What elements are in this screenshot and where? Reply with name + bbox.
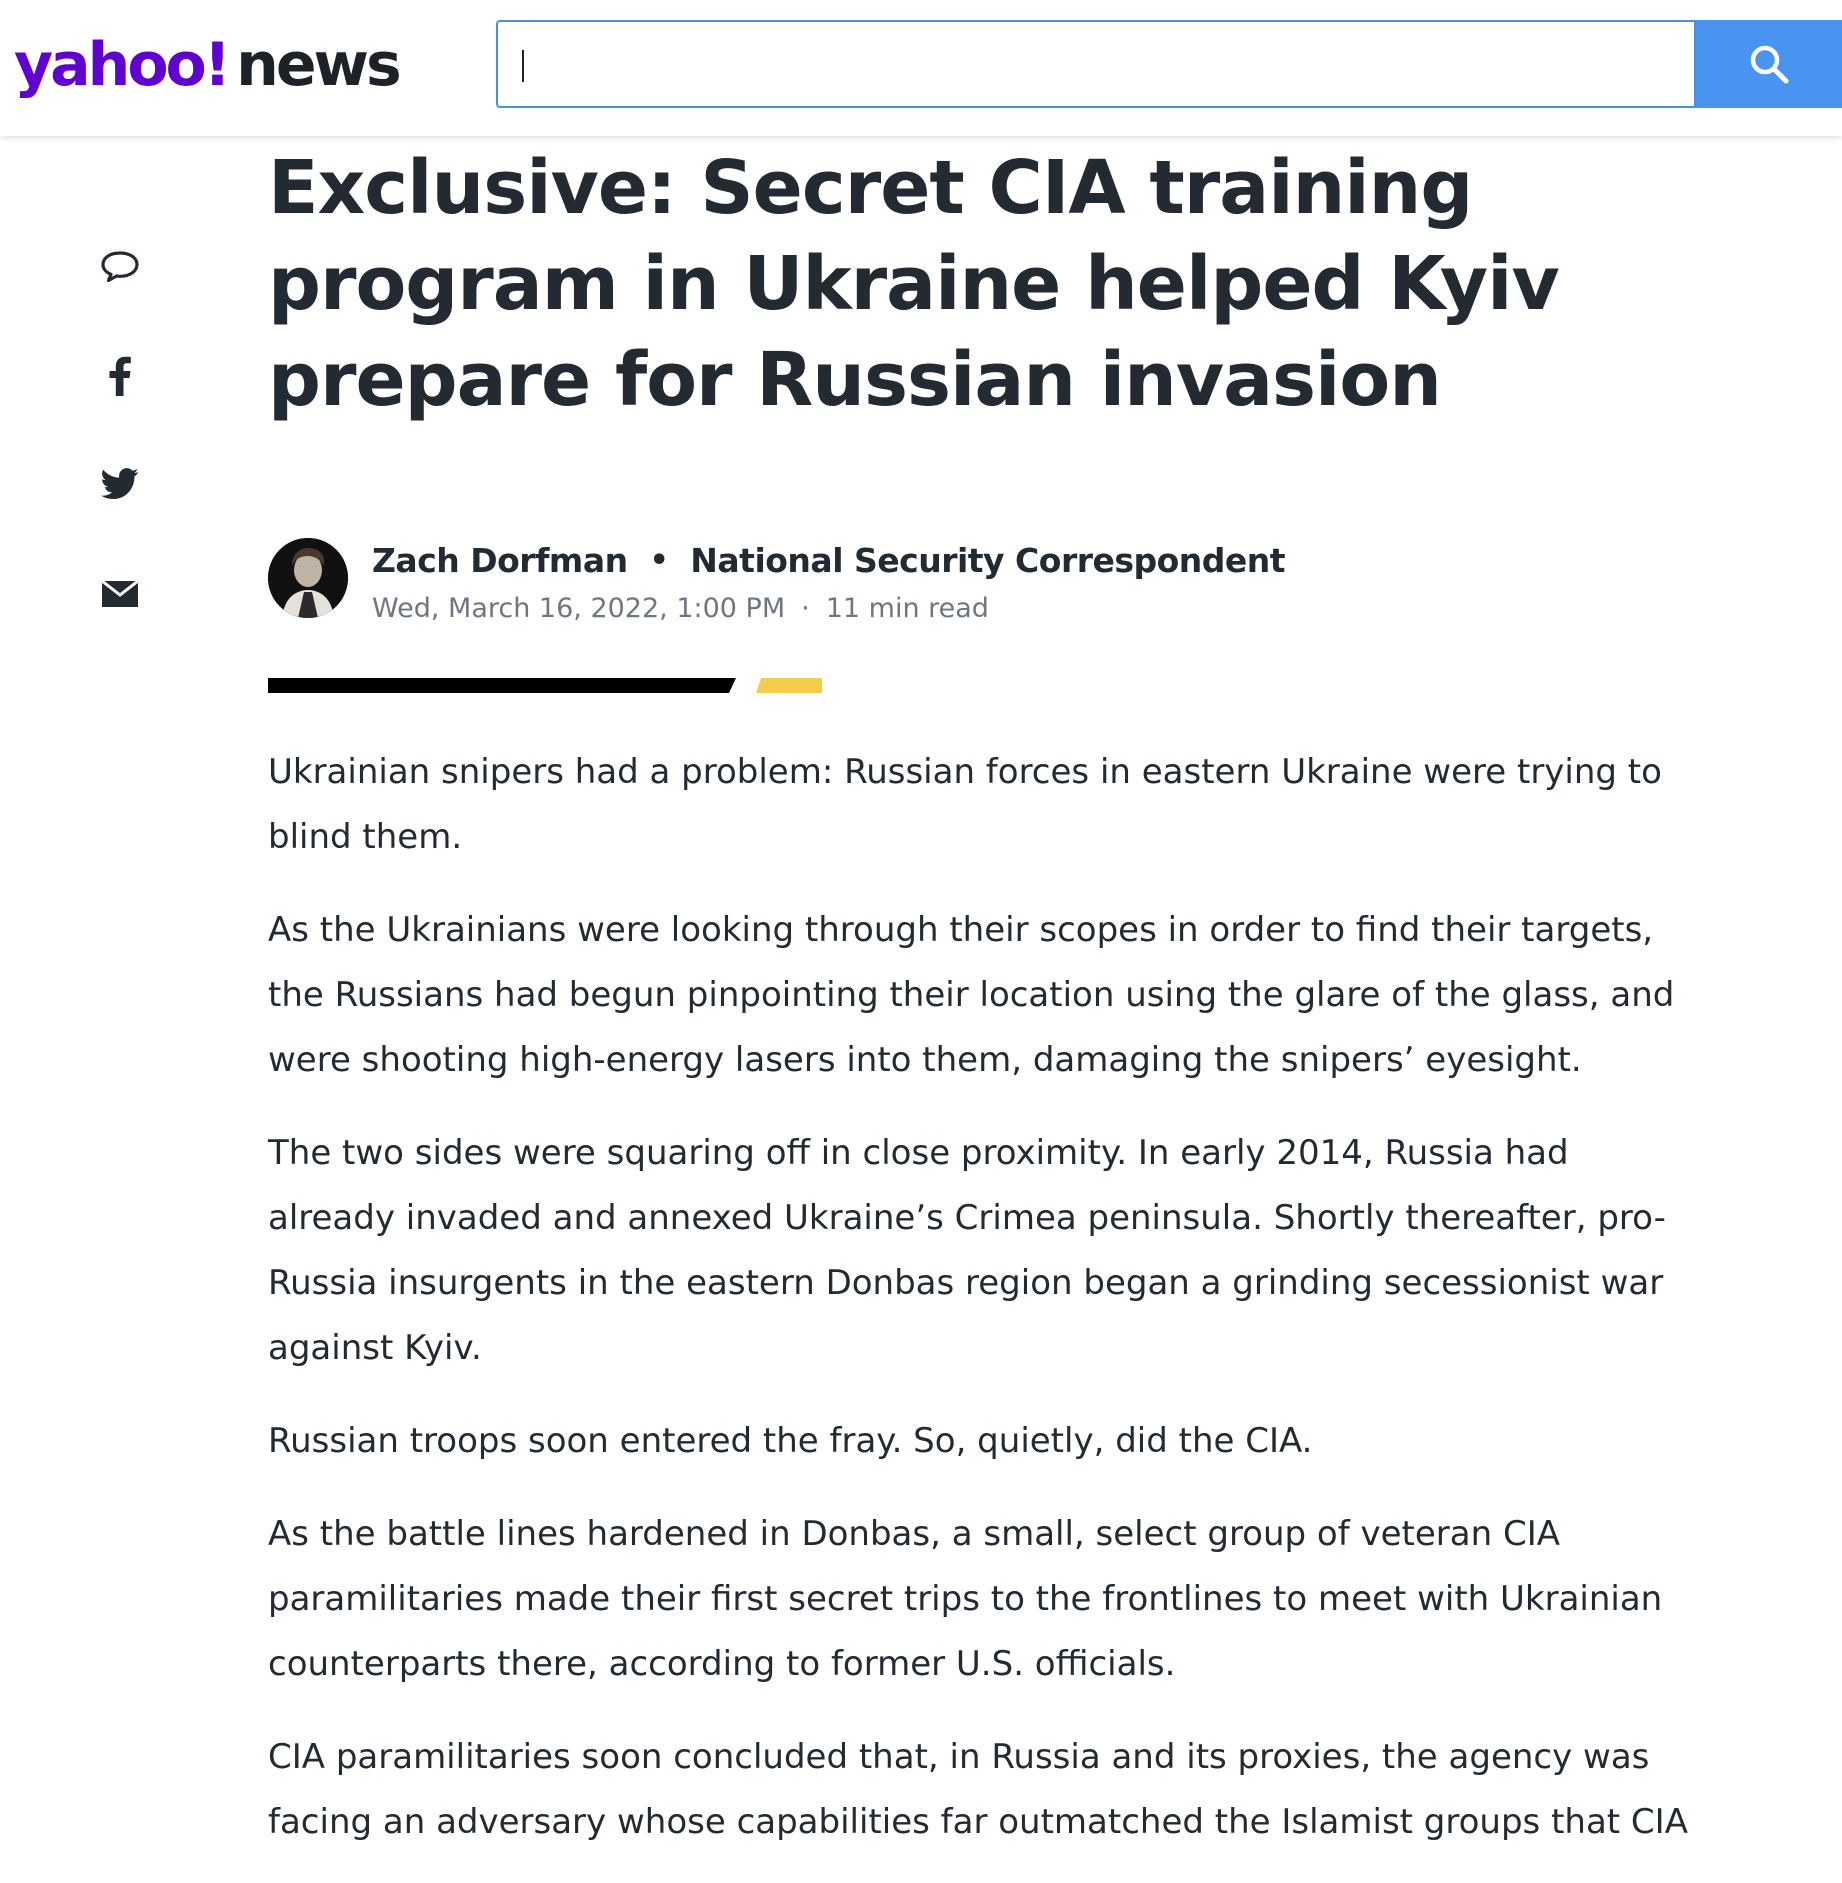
search-icon xyxy=(1750,45,1789,84)
email-icon xyxy=(101,580,139,607)
author-title: National Security Correspondent xyxy=(690,540,1286,580)
comments-button[interactable] xyxy=(80,237,160,297)
byline-separator: • xyxy=(649,542,669,578)
twitter-icon xyxy=(101,468,139,500)
byline: Zach Dorfman • National Security Corresp… xyxy=(268,538,1468,624)
article-paragraph: Russian troops soon entered the fray. So… xyxy=(268,1421,1313,1461)
article-paragraph: The two sides were squaring off in close… xyxy=(268,1133,1666,1368)
divider-black-bar xyxy=(268,678,736,693)
divider-yellow-bar xyxy=(756,678,822,693)
article-paragraph: As the battle lines hardened in Donbas, … xyxy=(268,1514,1663,1684)
article-paragraph: Ukrainian snipers had a problem: Russian… xyxy=(268,752,1662,857)
article-paragraph: As the Ukrainians were looking through t… xyxy=(268,910,1675,1080)
yahoo-news-logo[interactable]: yahoo! news xyxy=(14,20,402,110)
search-box xyxy=(496,20,1696,108)
author-name[interactable]: Zach Dorfman xyxy=(372,541,628,580)
publish-date: Wed, March 16, 2022, 1:00 PM xyxy=(372,592,786,624)
share-twitter-button[interactable] xyxy=(80,454,160,514)
facebook-icon xyxy=(109,356,131,396)
site-header: yahoo! news xyxy=(0,0,1842,136)
logo-brand: yahoo! xyxy=(14,30,231,100)
author-avatar-image xyxy=(268,538,348,618)
read-time: 11 min read xyxy=(825,592,989,624)
article-paragraph: CIA paramilitaries soon concluded that, … xyxy=(268,1737,1688,1842)
meta-separator: · xyxy=(801,592,810,624)
search-button[interactable] xyxy=(1696,20,1842,108)
author-avatar[interactable] xyxy=(268,538,348,618)
share-email-button[interactable] xyxy=(80,564,160,624)
author-line: Zach Dorfman • National Security Corresp… xyxy=(372,538,1286,582)
logo-section: news xyxy=(236,30,402,100)
search-input[interactable] xyxy=(498,22,1694,106)
article-headline: Exclusive: Secret CIA training program i… xyxy=(268,145,1560,423)
share-facebook-button[interactable] xyxy=(80,346,160,406)
comment-icon xyxy=(101,251,139,283)
text-caret xyxy=(522,50,524,82)
article-meta: Wed, March 16, 2022, 1:00 PM · 11 min re… xyxy=(372,590,989,626)
article-body: Ukrainian snipers had a problem: Russian… xyxy=(268,740,1688,1883)
